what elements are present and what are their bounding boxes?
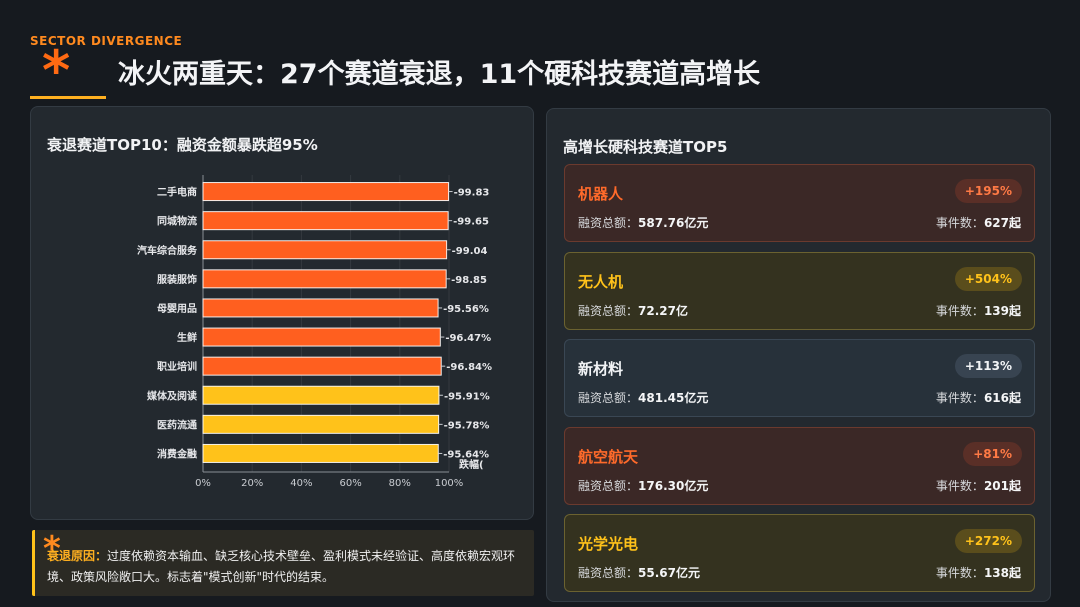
data-label: -95.91% <box>444 391 490 402</box>
bar <box>202 182 450 202</box>
event-count: 事件数：138起 <box>935 566 1021 580</box>
bar <box>202 356 442 376</box>
growth-badge: +272% <box>954 529 1022 553</box>
category-label: 同城物流 <box>157 215 197 228</box>
decline-chart-panel: 衰退赛道TOP10：融资金额暴跌超95% 二手电商 -99.83 同城物流 -99.6… <box>30 106 534 520</box>
category-label: 医药流通 <box>157 418 197 431</box>
x-tick-label: 0% <box>195 478 211 489</box>
x-tick-label: 80% <box>389 478 411 489</box>
data-label: -96.84% <box>446 362 492 373</box>
title-underline <box>30 96 106 99</box>
data-label: -99.04 <box>452 246 488 257</box>
sector-name: 机器人 <box>578 185 624 203</box>
sector-name: 航空航天 <box>578 448 639 466</box>
growth-panel: 高增长硬科技赛道TOP5 机器人 +195% 融资总额：587.76亿元 事件数… <box>546 108 1051 602</box>
growth-card: 无人机 +504% 融资总额：72.27亿 事件数：139起 <box>564 252 1035 330</box>
x-tick-label: 20% <box>241 478 263 489</box>
growth-card: 光学光电 +272% 融资总额：55.67亿元 事件数：138起 <box>564 514 1035 592</box>
growth-card: 航空航天 +81% 融资总额：176.30亿元 事件数：201起 <box>564 427 1035 505</box>
funding-total: 融资总额：176.30亿元 <box>578 479 709 493</box>
sector-name: 新材料 <box>578 360 624 378</box>
category-label: 媒体及阅读 <box>146 389 197 402</box>
growth-panel-title: 高增长硬科技赛道TOP5 <box>563 138 728 156</box>
funding-total: 融资总额：481.45亿元 <box>578 391 709 405</box>
category-label: 生鲜 <box>177 331 197 344</box>
data-label: -95.64% <box>443 449 489 460</box>
x-tick-label: 40% <box>290 478 312 489</box>
page-title: 冰火两重天：27个赛道衰退，11个硬科技赛道高增长 <box>118 59 761 90</box>
growth-badge: +504% <box>954 267 1022 291</box>
x-tick-label: 60% <box>339 478 361 489</box>
funding-total: 融资总额：72.27亿 <box>578 304 688 318</box>
bar <box>202 269 447 289</box>
growth-badge: +81% <box>963 442 1022 466</box>
category-label: 消费金融 <box>157 447 197 460</box>
category-label: 职业培训 <box>157 360 197 373</box>
data-label: -96.47% <box>445 333 491 344</box>
category-label: 二手电商 <box>157 186 197 199</box>
growth-card: 机器人 +195% 融资总额：587.76亿元 事件数：627起 <box>564 164 1035 242</box>
data-label: -95.78% <box>444 420 490 431</box>
funding-total: 融资总额：587.76亿元 <box>578 216 709 230</box>
decline-reason-note: * 衰退原因：过度依赖资本输血、缺乏核心技术壁垒、盈利模式未经验证、高度依赖宏观… <box>32 530 534 596</box>
decline-reason-label: 衰退原因： <box>47 549 108 563</box>
sector-name: 无人机 <box>578 273 624 291</box>
event-count: 事件数：627起 <box>935 216 1021 230</box>
funding-total: 融资总额：55.67亿元 <box>578 566 700 580</box>
category-label: 汽车综合服务 <box>137 244 198 257</box>
event-count: 事件数：201起 <box>935 479 1021 493</box>
data-label: -95.56% <box>443 304 489 315</box>
decline-reason-text: 衰退原因：过度依赖资本输血、缺乏核心技术壁垒、盈利模式未经验证、高度依赖宏观环境… <box>47 546 525 588</box>
bar <box>202 327 441 347</box>
data-label: -98.85 <box>451 275 487 286</box>
x-tick-label: 100% <box>435 478 464 489</box>
x-axis-label: 跌幅( <box>459 458 484 471</box>
category-label: 母婴用品 <box>157 303 197 315</box>
event-count: 事件数：139起 <box>935 304 1021 318</box>
bar <box>202 443 439 463</box>
bar <box>202 211 449 231</box>
sector-name: 光学光电 <box>578 535 639 553</box>
growth-card: 新材料 +113% 融资总额：481.45亿元 事件数：616起 <box>564 339 1035 417</box>
decline-bar-chart: 二手电商 -99.83 同城物流 -99.65 汽车综合服务 -99.04 服装服饰 -98.… <box>137 175 492 489</box>
growth-badge: +113% <box>954 354 1022 378</box>
decline-reason-body: 过度依赖资本输血、缺乏核心技术壁垒、盈利模式未经验证、高度依赖宏观环境、政策风险… <box>47 549 516 584</box>
data-label: -99.83 <box>454 188 490 199</box>
data-label: -99.65 <box>453 217 489 228</box>
event-count: 事件数：616起 <box>935 391 1021 405</box>
growth-badge: +195% <box>954 179 1022 203</box>
category-label: 服装服饰 <box>157 273 197 286</box>
bar <box>202 414 440 434</box>
bar <box>202 240 448 260</box>
bar <box>202 298 439 318</box>
asterisk-icon: * <box>42 39 71 102</box>
bar <box>202 385 440 405</box>
